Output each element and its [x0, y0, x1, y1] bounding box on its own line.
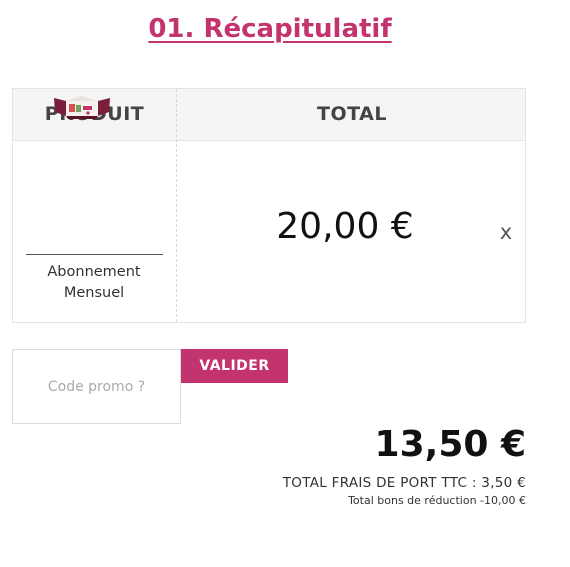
product-divider	[26, 254, 163, 255]
shipping-total: TOTAL FRAIS DE PORT TTC : 3,50 €	[282, 475, 526, 491]
grand-total: 13,50 €	[374, 424, 526, 465]
product-name-line-2: Mensuel	[63, 285, 125, 301]
page-title[interactable]: 01. Récapitulatif	[0, 14, 540, 44]
validate-promo-button[interactable]: VALIDER	[181, 349, 288, 383]
product-name-line-1: Abonnement	[47, 264, 141, 280]
discount-total: Total bons de réduction -10,00 €	[348, 494, 526, 507]
subscription-box-image	[54, 96, 110, 119]
column-header-total: TOTAL	[317, 103, 387, 125]
item-price: 20,00 €	[276, 206, 414, 247]
product-name: Abonnement Mensuel	[12, 262, 176, 304]
remove-item-button[interactable]: x	[494, 220, 518, 244]
promo-code-input[interactable]	[12, 349, 181, 424]
